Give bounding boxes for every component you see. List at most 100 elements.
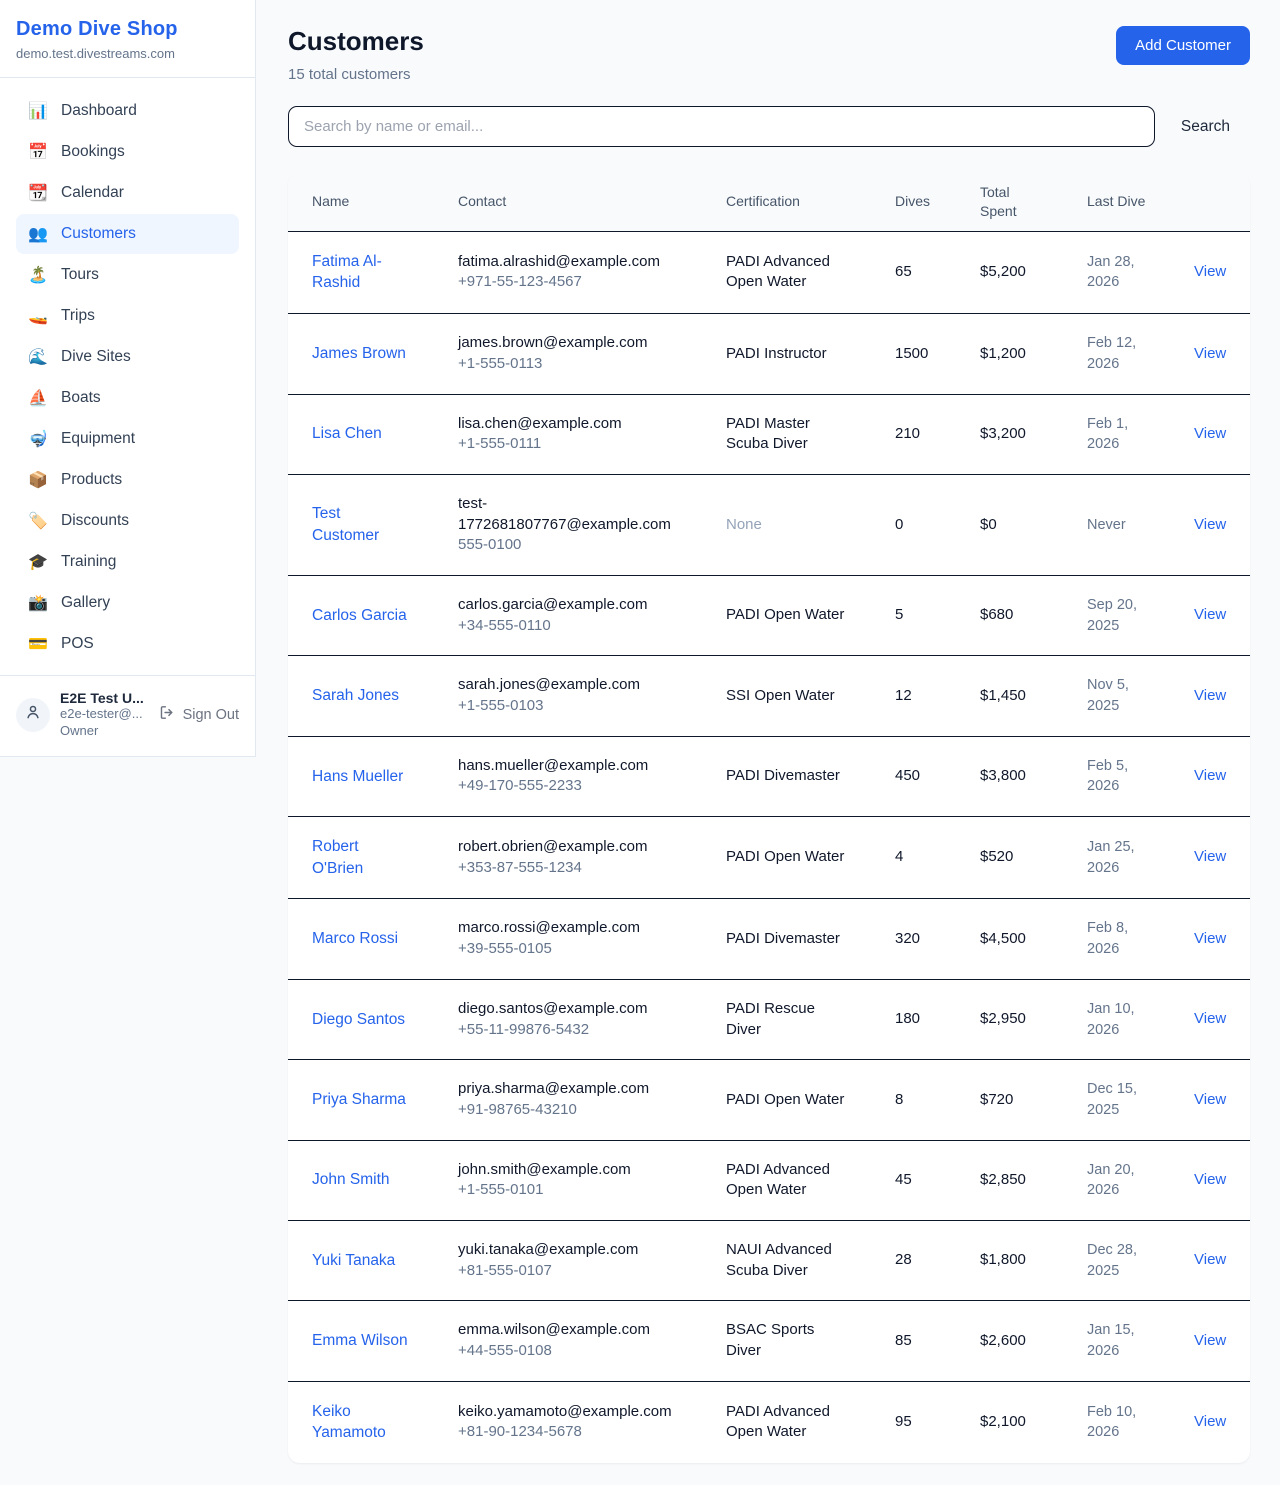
customer-phone: +1-555-0101 <box>458 1180 678 1201</box>
customer-last-dive: Sep 20, 2025 <box>1087 597 1137 634</box>
sidebar-item-label: Calendar <box>61 184 124 202</box>
customer-dives: 95 <box>895 1413 912 1430</box>
view-link[interactable]: View <box>1194 425 1226 442</box>
sidebar: Demo Dive Shop demo.test.divestreams.com… <box>0 0 256 757</box>
customer-certification: PADI Instructor <box>726 345 827 362</box>
customer-total-spent: $2,600 <box>980 1332 1026 1349</box>
search-input[interactable] <box>288 106 1155 147</box>
customer-dives: 320 <box>895 930 920 947</box>
sidebar-item-calendar[interactable]: 📆 Calendar <box>16 173 239 213</box>
customer-name-link[interactable]: Keiko Yamamoto <box>312 1403 386 1442</box>
customer-phone: +81-555-0107 <box>458 1261 678 1282</box>
shop-domain: demo.test.divestreams.com <box>16 46 239 61</box>
customer-email: marco.rossi@example.com <box>458 918 670 939</box>
view-link[interactable]: View <box>1194 1010 1226 1027</box>
customer-phone: +49-170-555-2233 <box>458 776 678 797</box>
customer-phone: +81-90-1234-5678 <box>458 1422 678 1443</box>
view-link[interactable]: View <box>1194 1171 1226 1188</box>
view-link[interactable]: View <box>1194 516 1226 533</box>
table-row: James Brown james.brown@example.com +1-5… <box>288 314 1250 394</box>
training-icon: 🎓 <box>28 552 48 572</box>
sidebar-item-equipment[interactable]: 🤿 Equipment <box>16 419 239 459</box>
customer-dives: 85 <box>895 1332 912 1349</box>
sidebar-item-label: Dashboard <box>61 102 137 120</box>
view-link[interactable]: View <box>1194 345 1226 362</box>
customer-total-spent: $1,200 <box>980 345 1026 362</box>
table-row: Keiko Yamamoto keiko.yamamoto@example.co… <box>288 1381 1250 1463</box>
view-link[interactable]: View <box>1194 263 1226 280</box>
view-link[interactable]: View <box>1194 606 1226 623</box>
sidebar-item-boats[interactable]: ⛵ Boats <box>16 378 239 418</box>
customer-dives: 4 <box>895 848 903 865</box>
shop-title: Demo Dive Shop <box>16 18 239 41</box>
column-header-dives: Dives <box>871 173 956 231</box>
customer-dives: 12 <box>895 687 912 704</box>
sidebar-item-gallery[interactable]: 📸 Gallery <box>16 583 239 623</box>
customer-name-link[interactable]: Diego Santos <box>312 1011 405 1028</box>
table-row: Emma Wilson emma.wilson@example.com +44-… <box>288 1301 1250 1381</box>
view-link[interactable]: View <box>1194 767 1226 784</box>
view-link[interactable]: View <box>1194 1251 1226 1268</box>
user-email: e2e-tester@... <box>60 706 149 723</box>
sidebar-item-dive-sites[interactable]: 🌊 Dive Sites <box>16 337 239 377</box>
customer-phone: +34-555-0110 <box>458 616 678 637</box>
view-link[interactable]: View <box>1194 848 1226 865</box>
customer-name-link[interactable]: Hans Mueller <box>312 768 403 785</box>
view-link[interactable]: View <box>1194 1091 1226 1108</box>
customer-name-link[interactable]: John Smith <box>312 1171 390 1188</box>
customer-name-link[interactable]: Marco Rossi <box>312 930 398 947</box>
customer-phone: +91-98765-43210 <box>458 1100 678 1121</box>
sidebar-item-customers[interactable]: 👥 Customers <box>16 214 239 254</box>
customer-name-link[interactable]: Emma Wilson <box>312 1332 408 1349</box>
sidebar-item-label: Customers <box>61 225 136 243</box>
sidebar-item-trips[interactable]: 🚤 Trips <box>16 296 239 336</box>
customer-email: diego.santos@example.com <box>458 999 670 1020</box>
sidebar-item-label: Training <box>61 553 116 571</box>
customer-total-spent: $3,200 <box>980 425 1026 442</box>
sidebar-item-discounts[interactable]: 🏷️ Discounts <box>16 501 239 541</box>
sign-out-button[interactable]: Sign Out <box>159 704 241 725</box>
person-icon <box>24 703 42 726</box>
sidebar-item-bookings[interactable]: 📅 Bookings <box>16 132 239 172</box>
customer-count: 15 total customers <box>288 66 424 83</box>
customer-name-link[interactable]: Yuki Tanaka <box>312 1252 395 1269</box>
customer-certification: PADI Advanced Open Water <box>726 253 830 291</box>
sidebar-nav: 📊 Dashboard 📅 Bookings 📆 Calendar 👥 Cust… <box>0 78 255 675</box>
table-row: Marco Rossi marco.rossi@example.com +39-… <box>288 899 1250 979</box>
view-link[interactable]: View <box>1194 1413 1226 1430</box>
customer-phone: +39-555-0105 <box>458 939 678 960</box>
view-link[interactable]: View <box>1194 687 1226 704</box>
customer-name-link[interactable]: James Brown <box>312 345 406 362</box>
customer-name-link[interactable]: Robert O'Brien <box>312 838 363 877</box>
view-link[interactable]: View <box>1194 930 1226 947</box>
customer-name-link[interactable]: Fatima Al-Rashid <box>312 253 382 292</box>
user-name: E2E Test U... <box>60 690 149 706</box>
sidebar-item-training[interactable]: 🎓 Training <box>16 542 239 582</box>
customer-email: robert.obrien@example.com <box>458 837 670 858</box>
sidebar-item-dashboard[interactable]: 📊 Dashboard <box>16 91 239 131</box>
bookings-icon: 📅 <box>28 142 48 162</box>
customers-table-card: Name Contact Certification Dives Total S… <box>288 173 1250 1463</box>
customer-phone: +971-55-123-4567 <box>458 272 678 293</box>
customer-name-link[interactable]: Priya Sharma <box>312 1091 406 1108</box>
customer-last-dive: Feb 8, 2026 <box>1087 920 1128 957</box>
customer-total-spent: $2,950 <box>980 1010 1026 1027</box>
customer-last-dive: Dec 28, 2025 <box>1087 1242 1137 1279</box>
sidebar-item-label: Dive Sites <box>61 348 131 366</box>
customer-name-link[interactable]: Carlos Garcia <box>312 607 407 624</box>
customer-name-link[interactable]: Test Customer <box>312 505 379 544</box>
search-button[interactable]: Search <box>1181 118 1230 136</box>
sidebar-header: Demo Dive Shop demo.test.divestreams.com <box>0 0 255 78</box>
customer-name-link[interactable]: Sarah Jones <box>312 687 399 704</box>
customer-phone: +1-555-0113 <box>458 354 678 375</box>
user-meta: E2E Test U... e2e-tester@... Owner <box>60 690 149 740</box>
customer-total-spent: $0 <box>980 516 997 533</box>
customer-last-dive: Nov 5, 2025 <box>1087 677 1129 714</box>
view-link[interactable]: View <box>1194 1332 1226 1349</box>
sidebar-item-products[interactable]: 📦 Products <box>16 460 239 500</box>
sidebar-item-pos[interactable]: 💳 POS <box>16 624 239 664</box>
customer-last-dive: Feb 12, 2026 <box>1087 335 1136 372</box>
customer-name-link[interactable]: Lisa Chen <box>312 425 382 442</box>
sidebar-item-tours[interactable]: 🏝️ Tours <box>16 255 239 295</box>
add-customer-button[interactable]: Add Customer <box>1116 26 1250 65</box>
